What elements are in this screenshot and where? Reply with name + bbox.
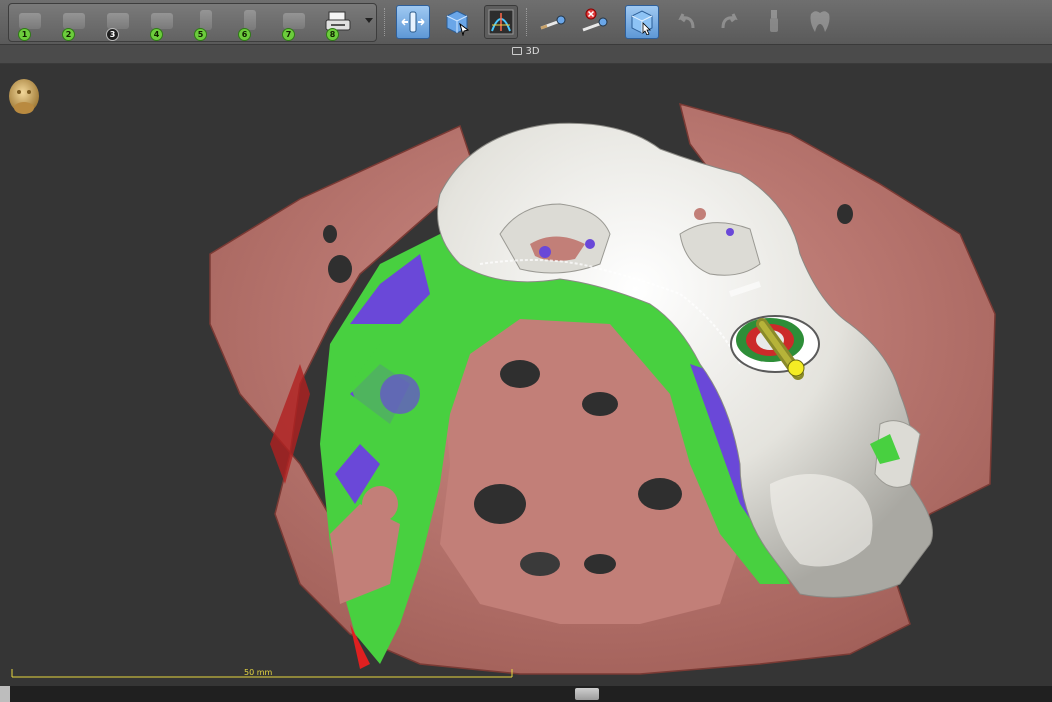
step-number-badge: 7 bbox=[282, 28, 295, 41]
step-number-badge: 6 bbox=[238, 28, 251, 41]
select-object-icon bbox=[446, 10, 470, 36]
patient-data-icon bbox=[19, 13, 41, 29]
workflow-step-8-button[interactable]: 8 bbox=[321, 8, 355, 41]
3d-cube-select-icon bbox=[631, 10, 653, 35]
undo-icon bbox=[678, 13, 695, 29]
panorama-curve-icon bbox=[63, 13, 85, 29]
implant-alignment-icon bbox=[401, 11, 425, 33]
3d-cube-select-button[interactable] bbox=[625, 5, 659, 39]
workflow-step-2-button[interactable]: 2 bbox=[57, 8, 91, 41]
select-object-button[interactable] bbox=[440, 5, 472, 37]
workflow-step-3-button[interactable]: 3 bbox=[101, 8, 135, 41]
step-number-badge: 3 bbox=[106, 28, 119, 41]
scrollbar-thumb[interactable] bbox=[575, 688, 599, 700]
view-title: 3D bbox=[0, 46, 1052, 57]
toolbar-separator bbox=[384, 8, 387, 36]
implant-model-button[interactable] bbox=[758, 5, 790, 37]
measure-distance-icon bbox=[540, 15, 566, 30]
implant-alignment-button[interactable] bbox=[396, 5, 430, 39]
step-number-badge: 8 bbox=[326, 28, 339, 41]
tooth-icon bbox=[810, 11, 830, 33]
workflow-step-6-button[interactable]: 6 bbox=[233, 8, 267, 41]
sleeve-icon bbox=[244, 10, 256, 30]
scroll-left-button[interactable] bbox=[0, 686, 10, 702]
toolbar-separator bbox=[526, 8, 529, 36]
measure-distance-button[interactable] bbox=[536, 5, 568, 37]
step-number-badge: 4 bbox=[150, 28, 163, 41]
implant-model-icon bbox=[770, 10, 778, 32]
dropdown-arrow-icon[interactable] bbox=[365, 18, 373, 23]
workflow-step-7-button[interactable]: 7 bbox=[277, 8, 311, 41]
delete-measurement-button[interactable] bbox=[578, 5, 610, 37]
scale-bar-label: 50 mm bbox=[244, 668, 273, 677]
tooth-button[interactable] bbox=[804, 5, 836, 37]
workflow-step-5-button[interactable]: 5 bbox=[189, 8, 223, 41]
view-title-text: 3D bbox=[525, 46, 540, 57]
camera-icon bbox=[512, 47, 523, 55]
delete-measurement-icon bbox=[582, 8, 608, 32]
3d-scene bbox=[9, 79, 996, 678]
view-title-bar: 3D bbox=[0, 45, 1052, 64]
step-number-badge: 5 bbox=[194, 28, 207, 41]
nerve-canal-icon bbox=[151, 13, 173, 29]
redo-icon bbox=[721, 13, 738, 29]
workflow-step-4-button[interactable]: 4 bbox=[145, 8, 179, 41]
step-number-badge: 2 bbox=[62, 28, 75, 41]
redo-button[interactable] bbox=[714, 5, 746, 37]
horizontal-scrollbar[interactable] bbox=[0, 686, 1052, 702]
panoramic-view-button[interactable] bbox=[484, 5, 518, 39]
step-number-badge: 1 bbox=[18, 28, 31, 41]
workflow-steps-group: 1 2 3 4 5 6 7 8 bbox=[8, 3, 377, 42]
implant-icon bbox=[200, 10, 212, 30]
prosthetic-plan-icon bbox=[107, 13, 129, 29]
head-orientation-icon[interactable] bbox=[9, 79, 39, 114]
undo-button[interactable] bbox=[670, 5, 702, 37]
main-toolbar: 1 2 3 4 5 6 7 8 bbox=[0, 0, 1052, 45]
guide-design-icon bbox=[283, 13, 305, 29]
3d-viewport[interactable]: 50 mm bbox=[0, 64, 1052, 686]
panoramic-view-icon bbox=[488, 9, 514, 35]
workflow-step-1-button[interactable]: 1 bbox=[13, 8, 47, 41]
